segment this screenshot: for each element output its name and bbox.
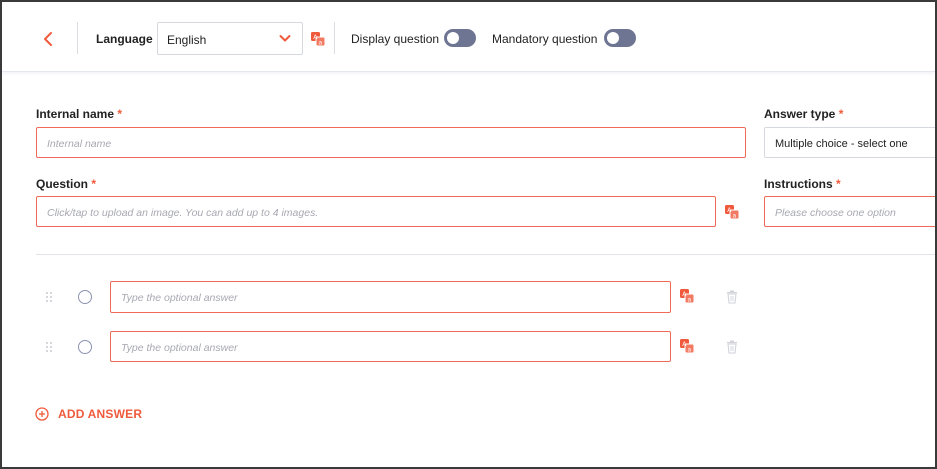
- instructions-placeholder: Please choose one option: [775, 207, 896, 219]
- required-mark: *: [91, 177, 97, 191]
- translate-icon[interactable]: A a: [680, 289, 694, 303]
- instructions-label-text: Instructions: [764, 177, 833, 191]
- question-editor: Language English A a Display question Ma…: [0, 0, 937, 469]
- toggle-knob: [447, 32, 459, 44]
- internal-name-label: Internal name *: [36, 107, 122, 121]
- instructions-select[interactable]: Please choose one option: [764, 196, 935, 227]
- instructions-label: Instructions *: [764, 177, 841, 191]
- answer-input[interactable]: Type the optional answer: [110, 331, 671, 362]
- add-answer-label: ADD ANSWER: [58, 407, 143, 421]
- display-question-label: Display question: [351, 32, 440, 46]
- question-label: Question *: [36, 177, 96, 191]
- add-circle-icon: [35, 407, 49, 421]
- divider: [334, 22, 335, 54]
- answer-type-select[interactable]: Multiple choice - select one: [764, 127, 935, 158]
- answer-input[interactable]: Type the optional answer: [110, 281, 671, 313]
- translate-icon[interactable]: A a: [311, 32, 325, 46]
- question-placeholder: Click/tap to upload an image. You can ad…: [47, 207, 319, 219]
- answer-radio[interactable]: [78, 290, 92, 304]
- svg-text:a: a: [688, 296, 692, 303]
- toggle-knob: [607, 32, 619, 44]
- mandatory-question-toggle[interactable]: [604, 29, 636, 47]
- trash-icon[interactable]: [726, 340, 738, 354]
- drag-handle-icon[interactable]: [45, 341, 53, 353]
- translate-icon[interactable]: A a: [680, 339, 694, 353]
- toolbar: Language English A a Display question Ma…: [2, 2, 935, 72]
- answer-placeholder: Type the optional answer: [121, 342, 238, 354]
- required-mark: *: [836, 177, 841, 191]
- question-upload-field[interactable]: Click/tap to upload an image. You can ad…: [36, 196, 716, 227]
- internal-name-label-text: Internal name: [36, 107, 115, 121]
- answer-type-label-text: Answer type: [764, 107, 836, 121]
- divider: [77, 22, 78, 54]
- answer-type-value: Multiple choice - select one: [775, 138, 908, 150]
- back-arrow-icon[interactable]: [40, 28, 58, 50]
- svg-text:a: a: [688, 346, 692, 353]
- trash-icon[interactable]: [726, 290, 738, 304]
- language-select[interactable]: English: [157, 22, 303, 55]
- chevron-down-icon: [279, 35, 291, 42]
- answer-type-label: Answer type *: [764, 107, 843, 121]
- svg-text:a: a: [319, 39, 323, 46]
- mandatory-question-label: Mandatory question: [492, 32, 598, 46]
- language-value: English: [167, 33, 207, 47]
- language-label: Language: [96, 32, 153, 46]
- answer-placeholder: Type the optional answer: [121, 292, 238, 304]
- section-divider: [36, 254, 935, 255]
- display-question-toggle[interactable]: [444, 29, 476, 47]
- answer-radio[interactable]: [78, 340, 92, 354]
- required-mark: *: [117, 107, 123, 121]
- required-mark: *: [838, 107, 844, 121]
- internal-name-input[interactable]: Internal name: [36, 127, 746, 158]
- internal-name-placeholder: Internal name: [47, 138, 112, 150]
- drag-handle-icon[interactable]: [45, 291, 53, 303]
- question-label-text: Question: [36, 177, 89, 191]
- svg-text:a: a: [733, 212, 737, 219]
- translate-icon[interactable]: A a: [725, 205, 739, 219]
